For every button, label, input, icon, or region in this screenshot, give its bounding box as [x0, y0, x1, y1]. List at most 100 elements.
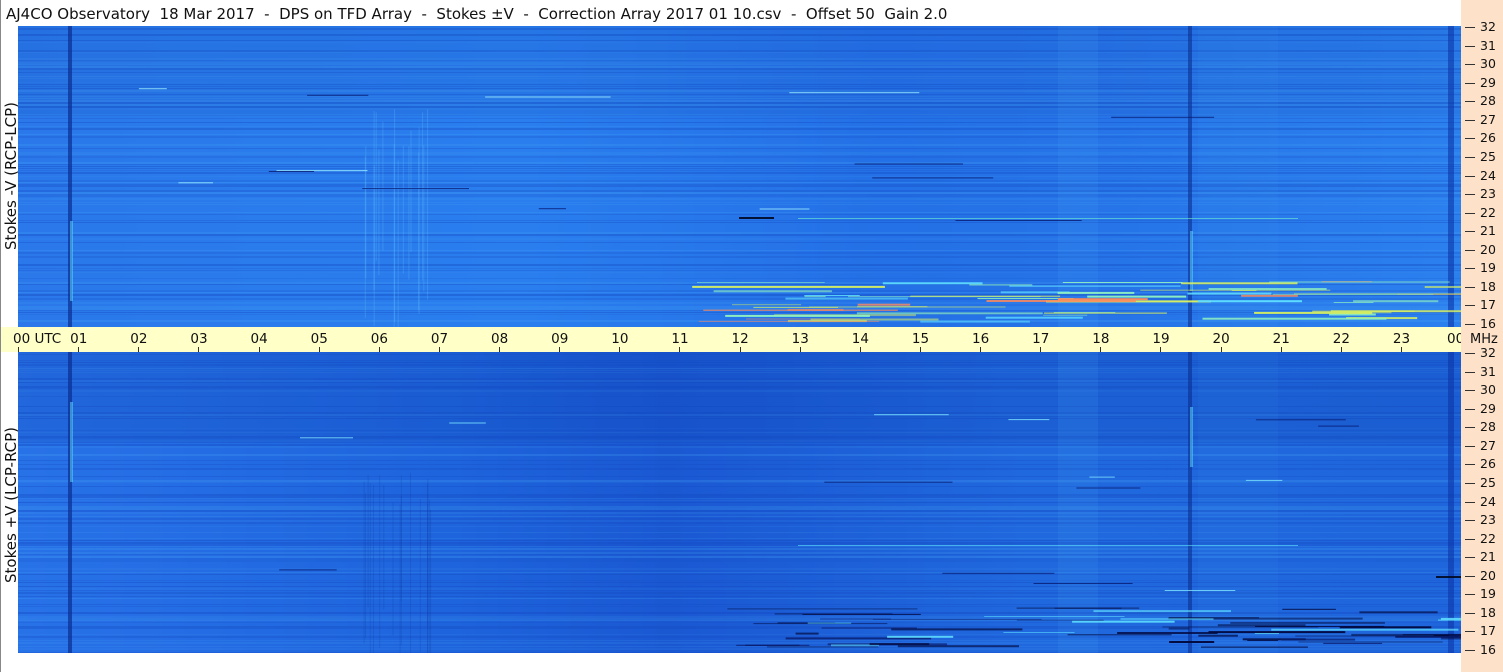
bottom-freq-label: 26: [1480, 456, 1496, 472]
bottom-freq-label: 20: [1480, 567, 1496, 583]
top-freq-tick: [1465, 194, 1475, 196]
top-freq-tick: [1465, 305, 1475, 307]
bottom-freq-label: 18: [1480, 604, 1496, 620]
bottom-freq-label: 24: [1480, 493, 1496, 509]
bottom-freq-tick: [1465, 408, 1475, 410]
bottom-freq-tick: [1465, 427, 1475, 429]
time-label: 16: [972, 331, 990, 347]
top-freq-label: 28: [1480, 93, 1496, 109]
top-freq-tick: [1465, 231, 1475, 233]
top-freq-tick: [1465, 101, 1475, 103]
time-label: 09: [551, 331, 569, 347]
top-freq-tick: [1465, 175, 1475, 177]
bottom-freq-label: 29: [1480, 400, 1496, 416]
bottom-freq-tick: [1465, 520, 1475, 522]
top-freq-label: 26: [1480, 130, 1496, 146]
top-freq-tick: [1465, 82, 1475, 84]
spectrogram-bottom-image: [18, 352, 1461, 653]
time-label: 19: [1152, 331, 1170, 347]
bottom-freq-tick: [1465, 501, 1475, 503]
top-freq-label: 32: [1480, 19, 1496, 34]
top-freq-label: 24: [1480, 167, 1496, 183]
top-freq-label: 18: [1480, 278, 1496, 294]
top-freq-label: 25: [1480, 148, 1496, 164]
bottom-freq-tick: [1465, 538, 1475, 540]
time-label: 05: [310, 331, 328, 347]
bottom-freq-tick: [1465, 631, 1475, 633]
time-label: 06: [370, 331, 388, 347]
top-freq-tick: [1465, 286, 1475, 288]
time-label: 10: [611, 331, 629, 347]
time-label: 01: [70, 331, 88, 347]
top-freq-label: 23: [1480, 186, 1496, 202]
bottom-freq-tick: [1465, 482, 1475, 484]
top-freq-tick: [1465, 64, 1475, 66]
bottom-freq-label: 31: [1480, 363, 1496, 379]
top-freq-label: 19: [1480, 260, 1496, 276]
time-label: 23: [1392, 331, 1411, 347]
top-freq-tick: [1465, 324, 1475, 325]
bottom-freq-tick: [1465, 464, 1475, 466]
time-axis-strip: 00 UTC 01 02 03 04 05 06 07 08 09 10 11 12 13 14 15 16 17…: [0, 327, 1464, 352]
time-label: 07: [430, 331, 449, 347]
bottom-freq-tick: [1465, 594, 1475, 596]
bottom-freq-label: 16: [1480, 642, 1496, 657]
bottom-freq-label: 28: [1480, 419, 1496, 435]
time-label: 17: [1032, 331, 1050, 347]
spectrogram-top-image: [18, 26, 1461, 327]
top-freq-label: 21: [1480, 223, 1496, 239]
bottom-freq-label: 22: [1480, 530, 1496, 546]
time-label: 22: [1332, 331, 1350, 347]
top-freq-label: 27: [1480, 111, 1496, 127]
top-freq-tick: [1465, 45, 1475, 47]
bottom-freq-tick: [1465, 557, 1475, 559]
bottom-freq-label: 19: [1480, 586, 1496, 602]
bottom-freq-label: 17: [1480, 623, 1496, 639]
top-freq-tick: [1465, 119, 1475, 121]
time-label: 21: [1272, 331, 1290, 347]
time-label: 13: [791, 331, 809, 347]
bottom-freq-tick: [1465, 612, 1475, 614]
spectrogram-top-panel: [18, 26, 1461, 327]
spectrogram-bottom-panel: [18, 352, 1461, 653]
top-freq-label: 16: [1480, 316, 1496, 331]
bottom-freq-tick: [1465, 650, 1475, 651]
top-freq-label: 22: [1480, 204, 1496, 220]
top-freq-tick: [1465, 156, 1475, 158]
top-freq-tick: [1465, 268, 1475, 270]
top-freq-tick: [1465, 212, 1475, 214]
time-label: 02: [130, 331, 148, 347]
top-freq-label: 29: [1480, 74, 1496, 90]
bottom-freq-tick: [1465, 371, 1475, 373]
time-label: 03: [190, 331, 208, 347]
bottom-freq-label: 23: [1480, 512, 1496, 528]
time-label: 04: [250, 331, 268, 347]
top-freq-label: 17: [1480, 297, 1496, 313]
top-freq-tick: [1465, 138, 1475, 140]
page-title: AJ4CO Observatory 18 Mar 2017 - DPS on T…: [6, 5, 948, 23]
top-freq-tick: [1465, 27, 1475, 28]
spectrogram-window: AJ4CO Observatory 18 Mar 2017 - DPS on T…: [0, 0, 1503, 672]
top-freq-label: 31: [1480, 37, 1496, 53]
time-label: 11: [671, 331, 689, 347]
time-label: 18: [1092, 331, 1110, 347]
time-label: 12: [731, 331, 749, 347]
top-freq-label: 30: [1480, 56, 1496, 72]
bottom-freq-tick: [1465, 353, 1475, 354]
bottom-freq-label: 30: [1480, 382, 1496, 398]
bottom-freq-tick: [1465, 390, 1475, 392]
bottom-freq-label: 21: [1480, 549, 1496, 565]
top-freq-tick: [1465, 249, 1475, 251]
time-label: 00 UTC: [13, 331, 62, 347]
time-label: 14: [851, 331, 869, 347]
time-label: 20: [1212, 331, 1230, 347]
bottom-freq-tick: [1465, 575, 1475, 577]
time-label: 15: [911, 331, 930, 347]
bottom-freq-tick: [1465, 445, 1475, 447]
time-label: 08: [491, 331, 509, 347]
bottom-freq-label: 27: [1480, 437, 1496, 453]
bottom-freq-label: 25: [1480, 474, 1496, 490]
bottom-freq-label: 32: [1480, 345, 1496, 360]
left-border: [0, 0, 1, 672]
top-freq-label: 20: [1480, 241, 1496, 257]
